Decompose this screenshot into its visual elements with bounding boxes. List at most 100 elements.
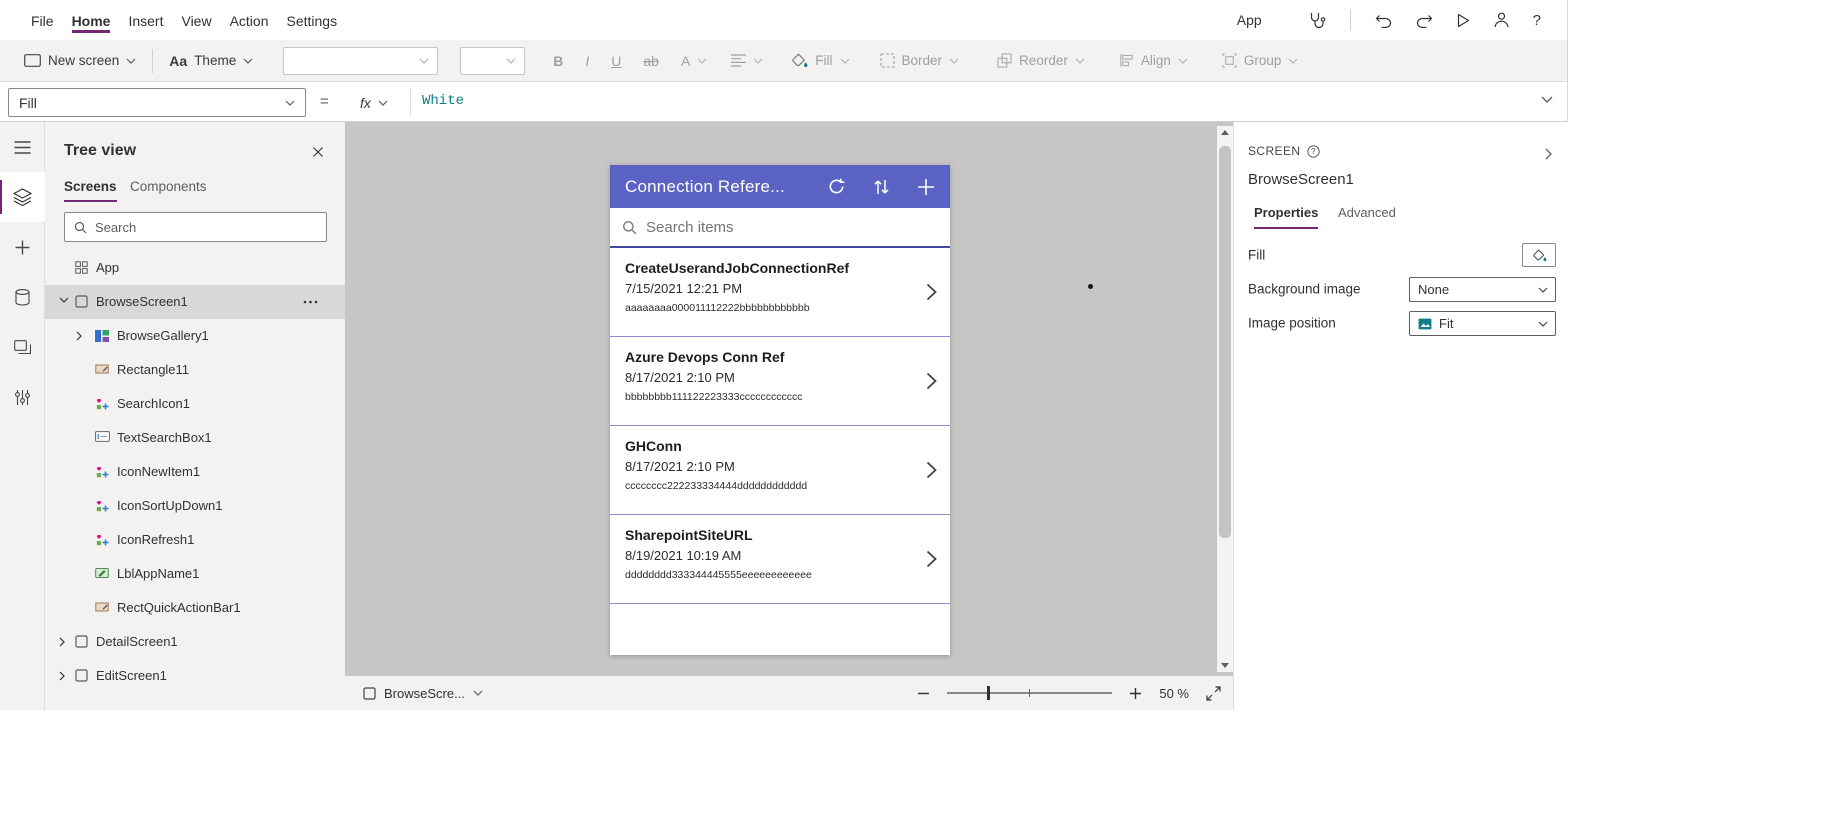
scroll-up-icon[interactable] [1221,130,1229,135]
tree-item-detailscreen1[interactable]: DetailScreen1 [45,625,345,659]
undo-icon[interactable] [1375,13,1392,28]
menu-home[interactable]: Home [63,2,120,38]
menu-action[interactable]: Action [221,2,278,38]
app-scope-label[interactable]: App [1237,12,1262,28]
chevron-right-icon[interactable] [926,372,937,390]
image-position-dropdown[interactable]: Fit [1409,311,1556,336]
share-person-icon[interactable] [1494,12,1509,28]
rectangle-shape-icon [95,601,109,613]
italic-button[interactable]: I [585,53,589,69]
tab-properties[interactable]: Properties [1254,205,1319,229]
tree-item-rectangle11[interactable]: Rectangle11 [45,353,345,387]
app-title-bar[interactable]: Connection Refere... [610,165,950,208]
tree-item-searchicon1[interactable]: SearchIcon1 [45,387,345,421]
tree-item-rectquickactionbar1[interactable]: RectQuickActionBar1 [45,591,345,625]
zoom-slider-thumb[interactable] [987,686,991,700]
play-icon[interactable] [1457,13,1470,28]
tree-item-iconsortupdown1[interactable]: IconSortUpDown1 [45,489,345,523]
new-screen-button[interactable]: New screen [24,53,136,68]
media-icon[interactable] [0,322,45,372]
background-image-dropdown[interactable]: None [1409,277,1556,302]
tree-item-editscreen1[interactable]: EditScreen1 [45,659,345,693]
design-canvas[interactable]: Connection Refere... CreateUserandJobCon… [345,122,1233,676]
tree-item-iconrefresh1[interactable]: IconRefresh1 [45,523,345,557]
gallery-item[interactable]: Azure Devops Conn Ref 8/17/2021 2:10 PM … [610,337,950,426]
tree-search-box[interactable] [64,212,327,242]
fit-to-window-icon[interactable] [1206,685,1221,701]
reorder-button[interactable]: Reorder [997,53,1085,68]
app-search-input[interactable] [646,218,938,236]
theme-button[interactable]: Aa Theme [169,53,253,69]
collapse-panel-icon[interactable] [1545,148,1552,160]
tab-advanced[interactable]: Advanced [1338,205,1396,227]
strikethrough-button[interactable]: ab [643,53,659,69]
gallery-item[interactable]: CreateUserandJobConnectionRef 7/15/2021 … [610,248,950,337]
zoom-slider[interactable] [947,686,1113,700]
menu-insert[interactable]: Insert [119,2,172,38]
chevron-right-icon[interactable] [926,550,937,568]
chevron-right-icon[interactable] [926,461,937,479]
add-icon[interactable] [917,178,935,196]
chevron-right-icon[interactable] [926,283,937,301]
scroll-down-icon[interactable] [1221,663,1229,668]
tab-components[interactable]: Components [130,179,207,200]
font-family-dropdown[interactable] [283,46,439,75]
font-size-dropdown[interactable] [460,46,526,75]
chevron-right-icon[interactable] [59,671,65,681]
text-align-button[interactable] [731,54,763,67]
gallery-item[interactable]: GHConn 8/17/2021 2:10 PM cccccccc2222333… [610,426,950,515]
property-row-background-image: Background image None [1234,275,1568,303]
property-selector[interactable]: Fill [8,88,306,117]
tree-item-lblappname1[interactable]: LblAppName1 [45,557,345,591]
app-preview[interactable]: Connection Refere... CreateUserandJobCon… [610,165,950,655]
scrollbar-thumb[interactable] [1219,146,1231,538]
formula-input[interactable]: White [422,93,464,109]
tree-item-browsegallery1[interactable]: BrowseGallery1 [45,319,345,353]
bold-button[interactable]: B [553,53,563,69]
tree-item-app[interactable]: App [45,251,345,285]
fill-button[interactable]: Fill [791,53,849,68]
gallery-item[interactable]: SharepointSiteURL 8/19/2021 10:19 AM ddd… [610,515,950,604]
data-sources-icon[interactable] [0,272,45,322]
align-button[interactable]: Align [1119,53,1188,68]
expand-formula-bar-icon[interactable] [1541,96,1553,103]
tree-item-textsearchbox1[interactable]: TextSearchBox1 [45,421,345,455]
hamburger-menu-icon[interactable] [0,122,45,172]
tree-item-label: TextSearchBox1 [117,430,212,445]
advanced-tools-icon[interactable] [0,372,45,422]
border-button[interactable]: Border [879,53,960,68]
canvas-scrollbar[interactable] [1217,126,1233,672]
zoom-out-icon[interactable] [917,687,930,700]
chevron-right-icon[interactable] [76,331,82,341]
sort-icon[interactable] [873,178,890,196]
icon-control-icon [95,465,109,479]
refresh-icon[interactable] [827,177,846,196]
gallery-icon [95,329,109,343]
insert-plus-icon[interactable] [0,222,45,272]
group-button[interactable]: Group [1222,53,1299,68]
fx-label: fx [360,95,371,111]
app-checker-icon[interactable] [1308,11,1326,29]
help-icon[interactable]: ? [1533,12,1541,29]
menu-settings[interactable]: Settings [278,2,347,38]
close-icon[interactable] [312,146,324,158]
chevron-right-icon[interactable] [59,637,65,647]
menu-view[interactable]: View [172,2,220,38]
more-options-icon[interactable] [303,300,318,304]
tree-item-iconnewitem1[interactable]: IconNewItem1 [45,455,345,489]
tab-screens[interactable]: Screens [64,179,117,202]
chevron-down-icon[interactable] [59,297,69,303]
tree-view-rail-icon[interactable] [0,172,45,222]
zoom-in-icon[interactable] [1129,687,1142,700]
help-circle-icon[interactable]: ? [1307,144,1321,158]
screen-selector[interactable]: BrowseScre... [363,676,483,710]
fx-selector[interactable]: fx [352,90,396,116]
tree-search-input[interactable] [95,219,317,235]
fill-color-button[interactable] [1522,243,1556,267]
tree-item-browsescreen1[interactable]: BrowseScreen1 [45,285,345,319]
redo-icon[interactable] [1416,13,1433,28]
app-search-box[interactable] [610,208,950,248]
font-color-button[interactable]: A [681,53,707,69]
underline-button[interactable]: U [611,53,621,69]
menu-file[interactable]: File [22,2,63,38]
